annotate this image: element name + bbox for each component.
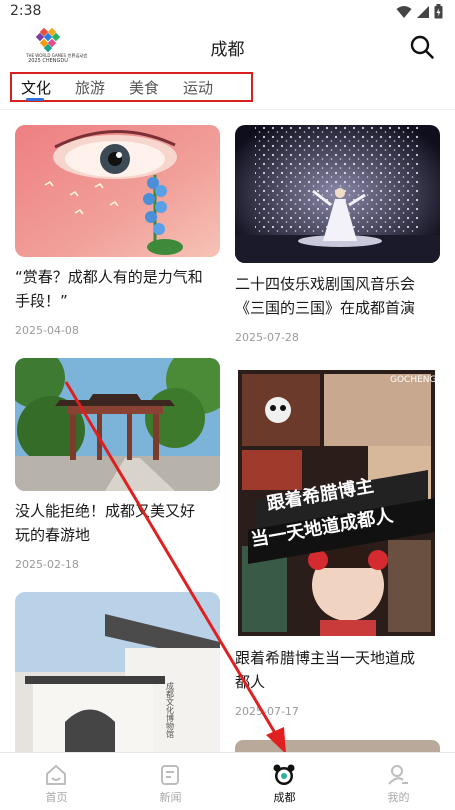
signal-icon xyxy=(417,5,429,18)
card-date: 2025-07-28 xyxy=(235,331,299,344)
nav-chengdu[interactable]: 成都 xyxy=(228,753,341,810)
card-title-line: “赏春？成都人有的是力气和 xyxy=(15,268,203,286)
home-icon xyxy=(46,765,66,785)
card-title-line: 玩的春游地 xyxy=(15,526,91,544)
news-icon xyxy=(161,765,179,785)
card-image-park-gate[interactable] xyxy=(15,358,220,491)
card-title[interactable]: “赏春？成都人有的是力气和 手段！” xyxy=(15,265,225,313)
nav-profile[interactable]: 我的 xyxy=(342,753,455,810)
nav-news-label: 新闻 xyxy=(159,791,182,804)
header-divider xyxy=(0,109,455,110)
profile-icon xyxy=(388,765,408,785)
bottom-navigation: 首页 新闻 成都 我的 xyxy=(0,752,455,810)
category-tabs: 文化 旅游 美食 运动 xyxy=(10,72,253,102)
battery-icon xyxy=(434,4,443,19)
search-icon[interactable] xyxy=(409,34,435,60)
card-title[interactable]: 跟着希腊博主当一天地道成 都人 xyxy=(235,646,440,694)
card-title-line: 跟着希腊博主当一天地道成 xyxy=(235,649,416,667)
nav-profile-label: 我的 xyxy=(387,791,410,804)
card-image-next-article[interactable] xyxy=(235,740,440,752)
tab-travel[interactable]: 旅游 xyxy=(75,77,105,98)
card-date: 2025-02-18 xyxy=(15,558,79,571)
nav-chengdu-label: 成都 xyxy=(273,791,296,804)
card-title-line: 没人能拒绝！成都又美又好 xyxy=(15,502,196,520)
card-date: 2025-07-17 xyxy=(235,705,299,718)
page-title: 成都 xyxy=(210,40,245,60)
tab-culture[interactable]: 文化 xyxy=(21,77,51,98)
nav-home[interactable]: 首页 xyxy=(0,753,113,810)
tab-sports[interactable]: 运动 xyxy=(183,77,213,98)
status-bar: 2:38 xyxy=(0,0,455,24)
panda-icon xyxy=(273,764,295,785)
card-image-eye-painting[interactable] xyxy=(15,125,220,257)
card-image-poster[interactable]: GOCHENGDU 跟着希腊博主 当一天地道成都人 xyxy=(238,370,435,636)
wifi-icon xyxy=(396,5,412,18)
poster-watermark: GOCHENGDU xyxy=(390,375,435,385)
app-header: THE WORLD GAMES 世界运动会 2025 CHENGDU 成都 xyxy=(0,24,455,70)
card-title-line: 《三国的三国》在成都首演 xyxy=(235,299,416,317)
nav-home-label: 首页 xyxy=(45,791,68,804)
card-image-stage[interactable] xyxy=(235,125,440,263)
active-tab-indicator xyxy=(26,98,44,101)
nav-news[interactable]: 新闻 xyxy=(114,753,227,810)
card-title-line: 都人 xyxy=(235,673,266,691)
museum-sign-text: 成都文化博物馆 xyxy=(166,681,175,739)
card-image-museum[interactable]: 成都文化博物馆 xyxy=(15,592,220,752)
card-title[interactable]: 没人能拒绝！成都又美又好 玩的春游地 xyxy=(15,499,225,547)
status-icons xyxy=(396,4,443,19)
card-title-line: 手段！” xyxy=(15,292,68,310)
card-title[interactable]: 二十四伎乐戏剧国风音乐会 《三国的三国》在成都首演 xyxy=(235,272,450,320)
card-title-line: 二十四伎乐戏剧国风音乐会 xyxy=(235,275,416,293)
tab-food[interactable]: 美食 xyxy=(129,77,159,98)
card-date: 2025-04-08 xyxy=(15,324,79,337)
status-time: 2:38 xyxy=(10,3,42,19)
